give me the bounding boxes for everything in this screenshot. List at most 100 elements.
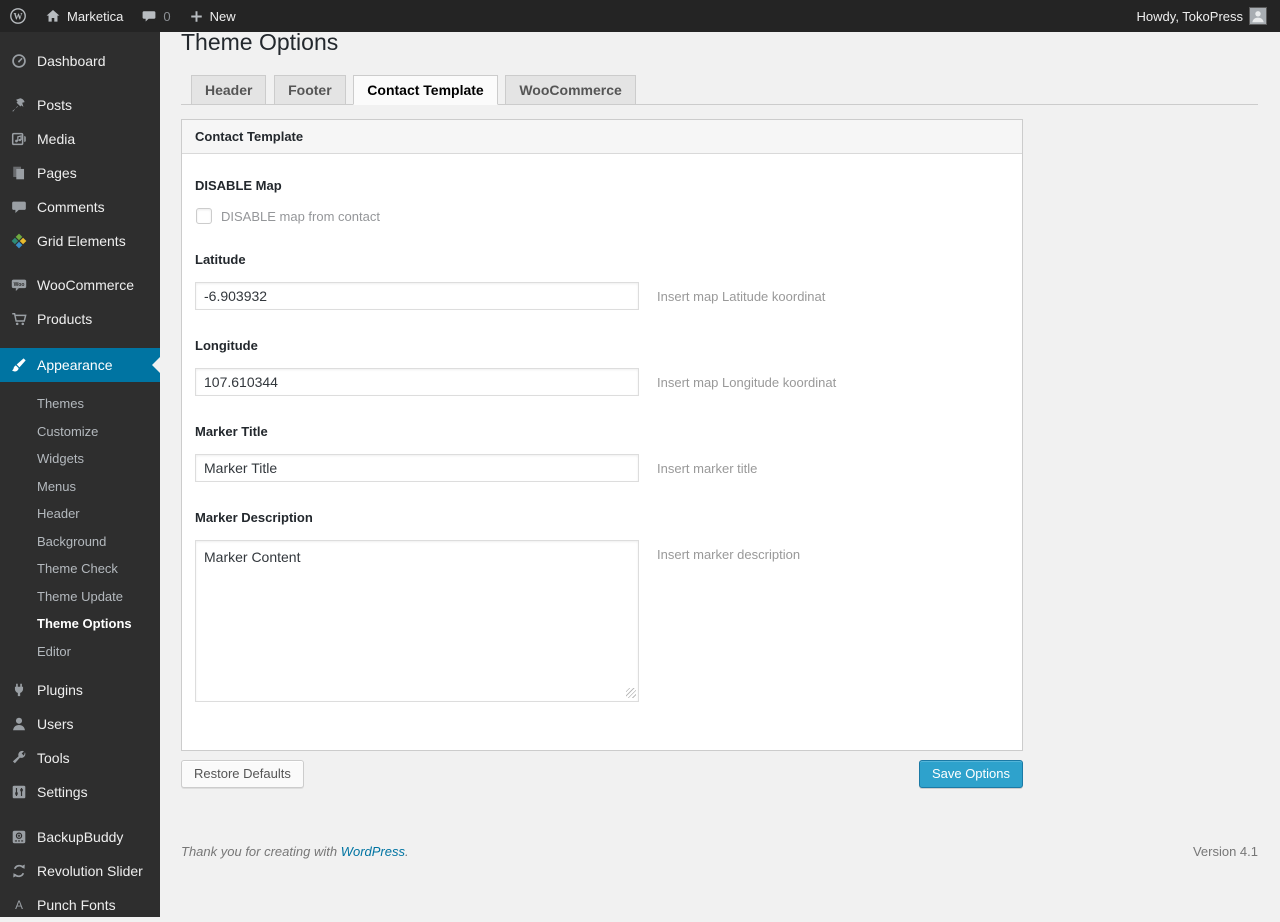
- comments-counter[interactable]: 0: [132, 0, 179, 32]
- contact-template-panel: Contact Template DISABLE Map DISABLE map…: [181, 119, 1023, 751]
- plus-icon: [189, 9, 204, 24]
- admin-footer: Thank you for creating with WordPress. V…: [181, 844, 1258, 859]
- sidebar-item-label: Pages: [37, 165, 77, 181]
- sidebar-item-backupbuddy[interactable]: BackupBuddy: [0, 820, 160, 854]
- form-actions: Restore Defaults Save Options: [181, 760, 1023, 788]
- submenu-item-background[interactable]: Background: [0, 528, 160, 556]
- media-icon: [0, 130, 37, 148]
- wrench-icon: [0, 749, 37, 767]
- wordpress-link[interactable]: WordPress: [341, 844, 405, 859]
- sidebar-item-users[interactable]: Users: [0, 707, 160, 741]
- save-options-button[interactable]: Save Options: [918, 760, 1023, 788]
- field-label: Longitude: [195, 338, 258, 353]
- sidebar-item-label: Dashboard: [37, 53, 106, 69]
- submenu-item-theme-update[interactable]: Theme Update: [0, 583, 160, 611]
- admin-sidebar: Dashboard Posts Media Pages Comments Gri…: [0, 32, 160, 917]
- pages-icon: [0, 164, 37, 182]
- footer-thanks-text: Thank you for creating with: [181, 844, 338, 859]
- backup-icon: [0, 828, 37, 846]
- disable-map-checkbox[interactable]: [196, 208, 212, 224]
- disable-map-option: DISABLE map from contact: [195, 208, 1009, 224]
- sidebar-item-tools[interactable]: Tools: [0, 741, 160, 775]
- submenu-item-theme-options[interactable]: Theme Options: [0, 610, 160, 638]
- longitude-input[interactable]: [195, 368, 639, 396]
- checkbox-label: DISABLE map from contact: [221, 208, 380, 224]
- sidebar-item-woocommerce[interactable]: Woo WooCommerce: [0, 268, 160, 302]
- sidebar-item-products[interactable]: Products: [0, 302, 160, 336]
- field-marker-title: Marker Title Insert marker title: [195, 424, 1009, 482]
- latitude-input[interactable]: [195, 282, 639, 310]
- tab-woocommerce[interactable]: WooCommerce: [505, 75, 636, 105]
- brush-icon: [0, 356, 37, 374]
- sidebar-item-comments[interactable]: Comments: [0, 190, 160, 224]
- howdy-text: Howdy, TokoPress: [1136, 8, 1243, 24]
- settings-icon: [0, 783, 37, 801]
- tab-header[interactable]: Header: [191, 75, 267, 105]
- version-text: Version 4.1: [1192, 844, 1258, 859]
- avatar: [1249, 7, 1267, 25]
- sidebar-item-dashboard[interactable]: Dashboard: [0, 44, 160, 78]
- revolution-icon: [0, 862, 37, 880]
- marker-title-input[interactable]: [195, 454, 639, 482]
- sidebar-item-settings[interactable]: Settings: [0, 775, 160, 809]
- admin-bar: W Marketica 0 New Howdy, TokoPress: [0, 0, 1280, 32]
- marker-description-textarea[interactable]: Marker Content: [195, 540, 639, 702]
- submenu-item-customize[interactable]: Customize: [0, 418, 160, 446]
- field-marker-description: Marker Description Marker Content Insert…: [195, 510, 1009, 702]
- sidebar-item-label: Products: [37, 311, 93, 327]
- submenu-item-header[interactable]: Header: [0, 500, 160, 528]
- svg-text:A: A: [15, 899, 23, 912]
- home-icon: [45, 8, 61, 24]
- submenu-item-menus[interactable]: Menus: [0, 473, 160, 501]
- sidebar-item-plugins[interactable]: Plugins: [0, 673, 160, 707]
- svg-text:W: W: [14, 11, 23, 21]
- menu-separator: [0, 336, 160, 348]
- submenu-item-widgets[interactable]: Widgets: [0, 445, 160, 473]
- theme-options-tabs: Header Footer Contact Template WooCommer…: [181, 75, 1258, 105]
- footer-thanks: Thank you for creating with WordPress.: [181, 844, 409, 859]
- sidebar-item-pages[interactable]: Pages: [0, 156, 160, 190]
- sidebar-item-label: BackupBuddy: [37, 829, 124, 845]
- sidebar-item-grid-elements[interactable]: Grid Elements: [0, 224, 160, 258]
- fonts-icon: A: [0, 896, 37, 914]
- sidebar-item-label: Appearance: [37, 357, 113, 373]
- sidebar-item-label: Users: [37, 716, 74, 732]
- site-name: Marketica: [67, 8, 124, 24]
- sidebar-item-media[interactable]: Media: [0, 122, 160, 156]
- field-label: DISABLE Map: [195, 178, 282, 193]
- wordpress-logo-icon: W: [9, 7, 27, 25]
- tab-footer[interactable]: Footer: [274, 75, 346, 105]
- admin-bar-left: W Marketica 0 New: [0, 0, 245, 32]
- sidebar-item-revolution-slider[interactable]: Revolution Slider: [0, 854, 160, 888]
- field-label: Marker Description: [195, 510, 313, 525]
- grid-elements-icon: [0, 232, 37, 250]
- submenu-item-theme-check[interactable]: Theme Check: [0, 555, 160, 583]
- sidebar-item-label: Grid Elements: [37, 233, 126, 249]
- woocommerce-icon: Woo: [0, 276, 37, 294]
- submenu-item-themes[interactable]: Themes: [0, 390, 160, 418]
- field-label: Marker Title: [195, 424, 268, 439]
- appearance-submenu: Themes Customize Widgets Menus Header Ba…: [0, 382, 160, 673]
- field-label: Latitude: [195, 252, 246, 267]
- submenu-item-editor[interactable]: Editor: [0, 638, 160, 666]
- sidebar-item-label: Posts: [37, 97, 73, 113]
- tab-contact-template[interactable]: Contact Template: [353, 75, 498, 105]
- field-latitude: Latitude Insert map Latitude koordinat: [195, 252, 1009, 310]
- wordpress-logo-menu[interactable]: W: [0, 0, 36, 32]
- sidebar-item-posts[interactable]: Posts: [0, 88, 160, 122]
- footer-thanks-period: .: [405, 844, 409, 859]
- menu-separator: [0, 809, 160, 820]
- page-title: Theme Options: [181, 29, 339, 55]
- site-name-link[interactable]: Marketica: [36, 0, 132, 32]
- field-help-text: Insert marker title: [657, 461, 758, 476]
- field-longitude: Longitude Insert map Longitude koordinat: [195, 338, 1009, 396]
- comment-count: 0: [163, 8, 171, 24]
- restore-defaults-button[interactable]: Restore Defaults: [181, 760, 304, 788]
- new-content-menu[interactable]: New: [180, 0, 245, 32]
- account-menu[interactable]: Howdy, TokoPress: [1128, 0, 1280, 32]
- menu-separator: [0, 258, 160, 268]
- pin-icon: [0, 96, 37, 114]
- panel-title: Contact Template: [182, 120, 1022, 154]
- sidebar-item-appearance[interactable]: Appearance: [0, 348, 160, 382]
- cart-icon: [0, 310, 37, 328]
